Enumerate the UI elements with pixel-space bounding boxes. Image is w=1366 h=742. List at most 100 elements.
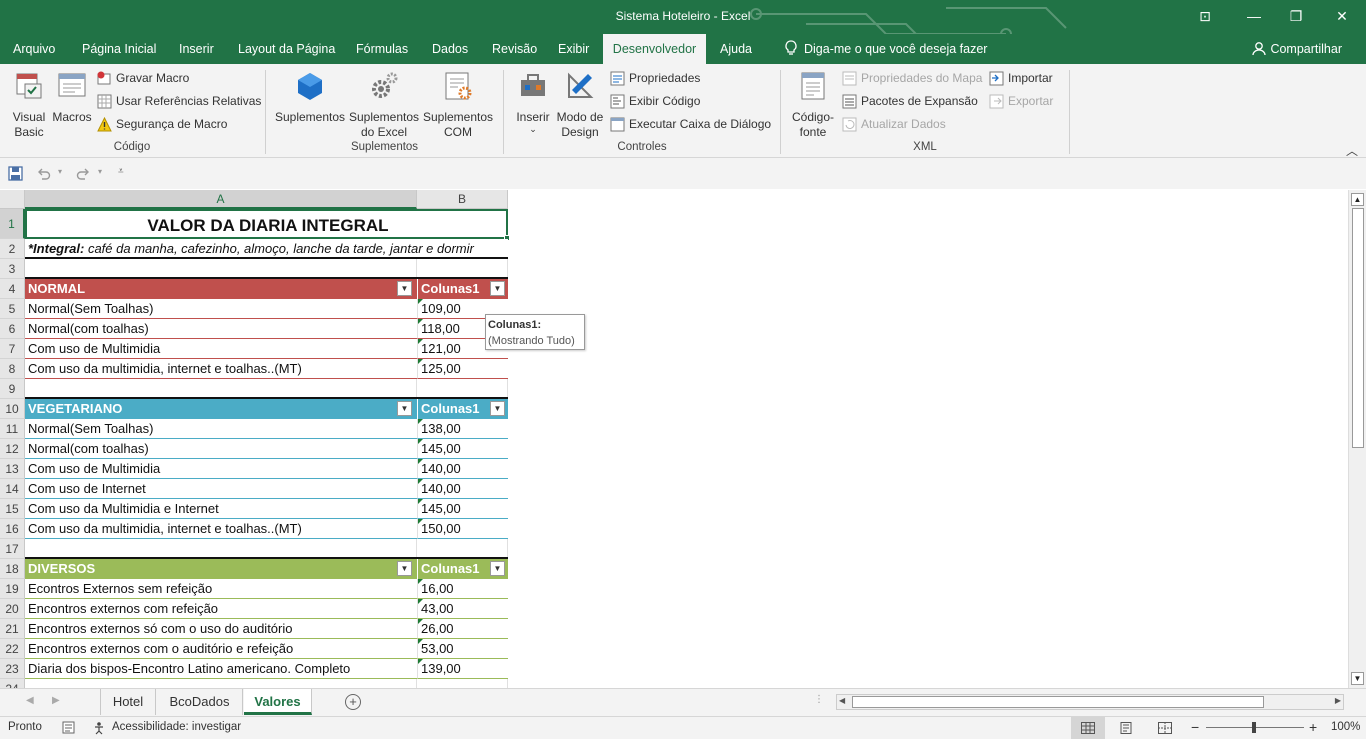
- row-header[interactable]: 3: [0, 259, 25, 279]
- filter-dropdown-icon[interactable]: ▼: [490, 401, 505, 416]
- sheet-tab-bcodados[interactable]: BcoDados: [157, 689, 243, 715]
- filter-dropdown-icon[interactable]: ▼: [397, 401, 412, 416]
- table-cell-description[interactable]: Encontros externos com o auditório e ref…: [25, 639, 417, 659]
- suplementos-com-button[interactable]: Suplementos COM: [422, 70, 494, 140]
- cell-b[interactable]: [417, 379, 508, 399]
- tab-formulas[interactable]: Fórmulas: [348, 34, 416, 64]
- tab-desenvolvedor[interactable]: Desenvolvedor: [603, 34, 706, 64]
- table-cell-description[interactable]: Normal(Sem Toalhas): [25, 299, 417, 319]
- pacotes-expansao-button[interactable]: Pacotes de Expansão: [842, 92, 978, 110]
- filter-dropdown-icon[interactable]: ▼: [397, 281, 412, 296]
- undo-dropdown-icon[interactable]: ▾: [58, 167, 62, 176]
- cell-a[interactable]: [25, 539, 417, 559]
- visual-basic-button[interactable]: Visual Basic: [8, 70, 50, 140]
- close-button[interactable]: ✕: [1319, 0, 1365, 32]
- collapse-ribbon-icon[interactable]: ︿: [1346, 142, 1358, 159]
- row-header[interactable]: 16: [0, 519, 25, 539]
- row-header[interactable]: 18: [0, 559, 25, 579]
- row-header[interactable]: 6: [0, 319, 25, 339]
- add-sheet-icon[interactable]: +: [345, 694, 361, 710]
- inserir-controle-button[interactable]: Inserir ⌄: [512, 70, 554, 134]
- page-layout-view-icon[interactable]: [1119, 722, 1133, 734]
- sheet-tab-hotel[interactable]: Hotel: [100, 689, 156, 715]
- tab-revisao[interactable]: Revisão: [484, 34, 545, 64]
- table-cell-description[interactable]: Econtros Externos sem refeição: [25, 579, 417, 599]
- row-header[interactable]: 19: [0, 579, 25, 599]
- table-cell-description[interactable]: Encontros externos só com o uso do audit…: [25, 619, 417, 639]
- cell-b[interactable]: [417, 679, 508, 688]
- scroll-down-icon[interactable]: ▼: [1351, 672, 1364, 685]
- row-header[interactable]: 9: [0, 379, 25, 399]
- column-header-b[interactable]: B: [417, 190, 508, 209]
- cell-a[interactable]: [25, 679, 417, 688]
- title-cell[interactable]: VALOR DA DIARIA INTEGRAL: [25, 209, 508, 239]
- table-cell-value[interactable]: 125,00: [417, 359, 508, 379]
- undo-icon[interactable]: [36, 166, 51, 181]
- table-cell-value[interactable]: 140,00: [417, 459, 508, 479]
- table-cell-value[interactable]: 139,00: [417, 659, 508, 679]
- gravar-macro-button[interactable]: Gravar Macro: [97, 69, 189, 87]
- row-header[interactable]: 12: [0, 439, 25, 459]
- horizontal-scroll-thumb[interactable]: [852, 696, 1264, 708]
- executar-caixa-dialogo-button[interactable]: Executar Caixa de Diálogo: [610, 115, 771, 133]
- table-cell-value[interactable]: 53,00: [417, 639, 508, 659]
- next-sheet-icon[interactable]: ▶: [52, 695, 60, 706]
- table-cell-description[interactable]: Normal(com toalhas): [25, 319, 417, 339]
- tell-me-search[interactable]: Diga-me o que você deseja fazer: [776, 34, 995, 64]
- macro-record-status-icon[interactable]: [62, 721, 75, 734]
- row-header[interactable]: 13: [0, 459, 25, 479]
- row-header[interactable]: 5: [0, 299, 25, 319]
- table-cell-value[interactable]: 138,00: [417, 419, 508, 439]
- worksheet-grid[interactable]: A B 1 2 3 4 5 6 7 8 9 10 11 12 13 14 15 16 17 18 19 20 21 22 2…: [0, 190, 1348, 688]
- table-cell-description[interactable]: Diaria dos bispos-Encontro Latino americ…: [25, 659, 417, 679]
- modo-design-button[interactable]: Modo de Design: [556, 70, 604, 140]
- table-cell-description[interactable]: Normal(com toalhas): [25, 439, 417, 459]
- vertical-scrollbar[interactable]: ▲ ▼: [1348, 190, 1366, 688]
- macros-button[interactable]: Macros: [52, 70, 92, 125]
- filter-dropdown-icon[interactable]: ▼: [490, 281, 505, 296]
- tab-pagina-inicial[interactable]: Página Inicial: [74, 34, 164, 64]
- table-header-name[interactable]: VEGETARIANO ▼: [25, 399, 417, 419]
- table-cell-description[interactable]: Com uso da Multimidia e Internet: [25, 499, 417, 519]
- row-header[interactable]: 10: [0, 399, 25, 419]
- zoom-slider-thumb[interactable]: [1252, 722, 1256, 733]
- save-icon[interactable]: [8, 166, 23, 181]
- vertical-scroll-thumb[interactable]: [1352, 208, 1364, 448]
- propriedades-button[interactable]: Propriedades: [610, 69, 700, 87]
- codigo-fonte-button[interactable]: Código- fonte: [788, 70, 838, 140]
- filter-dropdown-icon[interactable]: ▼: [490, 561, 505, 576]
- row-header[interactable]: 15: [0, 499, 25, 519]
- normal-view-button[interactable]: [1071, 717, 1105, 739]
- prev-sheet-icon[interactable]: ◀: [26, 695, 34, 706]
- atualizar-dados-button[interactable]: Atualizar Dados: [842, 115, 946, 133]
- redo-icon[interactable]: [76, 166, 91, 181]
- table-cell-value[interactable]: 145,00: [417, 499, 508, 519]
- table-header-name[interactable]: NORMAL ▼: [25, 279, 417, 299]
- splitter-handle-icon[interactable]: ⋮: [814, 694, 824, 705]
- column-header-a[interactable]: A: [25, 190, 417, 209]
- scroll-up-icon[interactable]: ▲: [1351, 193, 1364, 206]
- share-button[interactable]: Compartilhar: [1252, 34, 1342, 64]
- cell-b[interactable]: [417, 539, 508, 559]
- usar-referencias-relativas-button[interactable]: Usar Referências Relativas: [97, 92, 261, 110]
- table-cell-value[interactable]: 145,00: [417, 439, 508, 459]
- table-cell-description[interactable]: Encontros externos com refeição: [25, 599, 417, 619]
- page-break-view-icon[interactable]: [1158, 722, 1172, 734]
- tab-ajuda[interactable]: Ajuda: [712, 34, 760, 64]
- tab-dados[interactable]: Dados: [424, 34, 476, 64]
- row-header[interactable]: 22: [0, 639, 25, 659]
- table-cell-description[interactable]: Com uso de Internet: [25, 479, 417, 499]
- row-header[interactable]: 7: [0, 339, 25, 359]
- row-header[interactable]: 1: [0, 209, 25, 239]
- importar-button[interactable]: Importar: [989, 69, 1053, 87]
- exibir-codigo-button[interactable]: Exibir Código: [610, 92, 700, 110]
- table-header-col2[interactable]: Colunas1 ▼: [417, 399, 508, 419]
- scroll-left-icon[interactable]: ◀: [839, 696, 845, 705]
- table-cell-value[interactable]: 43,00: [417, 599, 508, 619]
- tab-layout[interactable]: Layout da Página: [230, 34, 343, 64]
- tab-arquivo[interactable]: Arquivo: [5, 34, 63, 64]
- table-cell-value[interactable]: 16,00: [417, 579, 508, 599]
- select-all-corner[interactable]: [0, 190, 25, 209]
- row-header[interactable]: 20: [0, 599, 25, 619]
- table-cell-description[interactable]: Normal(Sem Toalhas): [25, 419, 417, 439]
